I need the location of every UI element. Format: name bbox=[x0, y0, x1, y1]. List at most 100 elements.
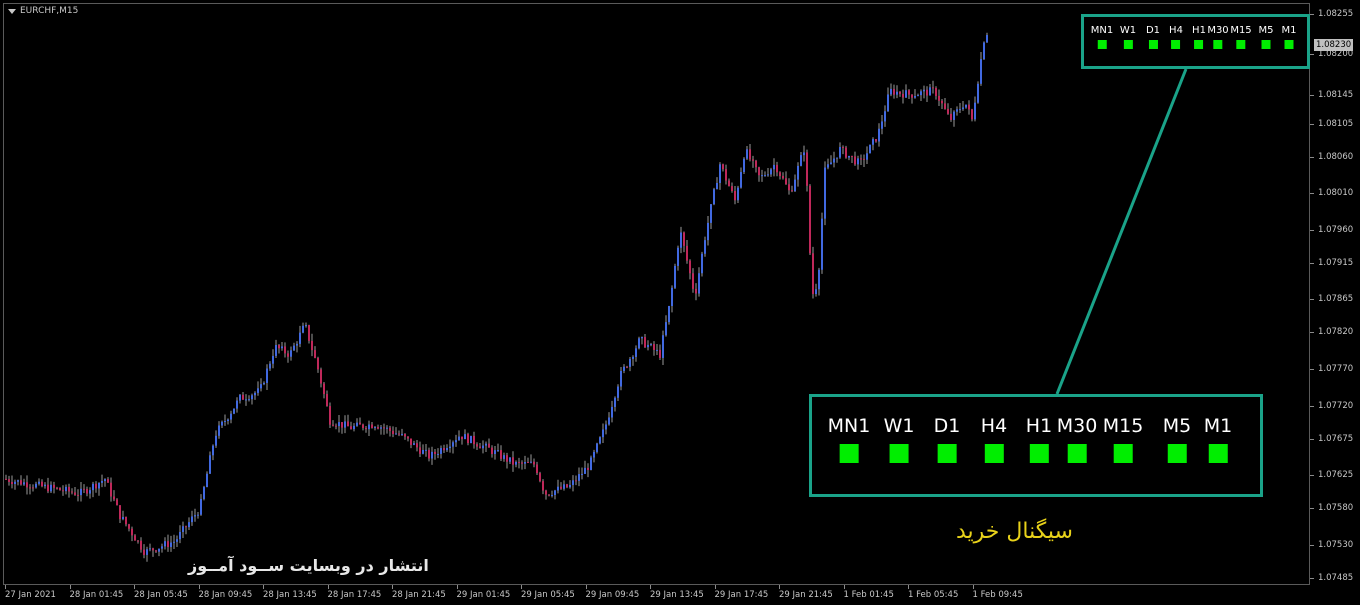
candle-body bbox=[743, 158, 745, 173]
candle-body bbox=[695, 288, 697, 294]
timeframe-signal-panel-small: MN1 W1 D1 H4 H1 M30 M15 M5 M1 bbox=[1081, 14, 1310, 69]
candle-body bbox=[209, 455, 211, 474]
candle-body bbox=[23, 482, 25, 485]
candle-body bbox=[125, 516, 127, 525]
candle-body bbox=[767, 174, 769, 176]
candle-body bbox=[398, 433, 400, 435]
candle-body bbox=[581, 473, 583, 475]
candle-body bbox=[365, 427, 367, 430]
candle-body bbox=[980, 59, 982, 84]
time-tick bbox=[972, 585, 974, 589]
signal-square bbox=[937, 444, 957, 463]
candle-body bbox=[497, 450, 499, 452]
candle-body bbox=[422, 449, 424, 454]
timeframe-label: M30 bbox=[1056, 415, 1098, 437]
candle-body bbox=[482, 445, 484, 449]
candle-body bbox=[161, 546, 163, 549]
candle-body bbox=[104, 479, 106, 481]
candle-body bbox=[326, 394, 328, 407]
price-level-label: 1.07720 bbox=[1318, 400, 1354, 411]
candle-body bbox=[749, 149, 751, 160]
candle-body bbox=[542, 481, 544, 491]
candle-body bbox=[893, 88, 895, 95]
candle-body bbox=[734, 190, 736, 201]
signal-square bbox=[1236, 40, 1246, 49]
candle-body bbox=[446, 448, 448, 451]
timeframe-m5: M5 bbox=[1163, 415, 1191, 463]
time-label: 1 Feb 05:45 bbox=[908, 590, 959, 600]
candle-body bbox=[359, 422, 361, 425]
candle-body bbox=[230, 413, 232, 420]
candle-body bbox=[644, 337, 646, 348]
signal-square bbox=[984, 444, 1004, 463]
timeframe-d1: D1 bbox=[934, 415, 960, 463]
price-axis[interactable]: 1.08230 1.08255 1.08200 1.08145 1.08105 1.08… bbox=[1310, 3, 1360, 585]
candle-body bbox=[506, 455, 508, 462]
candle-body bbox=[89, 490, 91, 494]
candle-body bbox=[215, 435, 217, 446]
timeframe-label: M5 bbox=[1162, 415, 1192, 437]
candle-body bbox=[95, 483, 97, 489]
candle-body bbox=[236, 400, 238, 409]
price-level-label: 1.08145 bbox=[1318, 89, 1354, 100]
candle-body bbox=[287, 353, 289, 357]
candle-body bbox=[332, 424, 334, 426]
candle-body bbox=[536, 464, 538, 474]
candle-body bbox=[110, 482, 112, 497]
candle-body bbox=[248, 399, 250, 401]
candle-body bbox=[551, 495, 553, 497]
candle-body bbox=[149, 548, 151, 550]
price-tick bbox=[1310, 54, 1314, 56]
dropdown-triangle-icon[interactable] bbox=[8, 8, 16, 14]
candle-body bbox=[278, 345, 280, 349]
candle-body bbox=[683, 232, 685, 246]
chart-window[interactable]: EURCHF,M15 1.08230 1.08255 1.08200 1.08145… bbox=[0, 0, 1360, 605]
candle-body bbox=[296, 343, 298, 346]
candle-body bbox=[578, 474, 580, 481]
candle-body bbox=[857, 158, 859, 165]
price-level-label: 1.07820 bbox=[1318, 327, 1354, 338]
candle-body bbox=[818, 269, 820, 290]
candle-body bbox=[98, 482, 100, 489]
candle-body bbox=[602, 429, 604, 438]
time-label: 28 Jan 21:45 bbox=[392, 590, 446, 600]
candle-body bbox=[485, 443, 487, 446]
price-level-label: 1.07580 bbox=[1318, 503, 1354, 514]
candle-body bbox=[650, 344, 652, 346]
candle-body bbox=[383, 427, 385, 429]
candle-body bbox=[113, 496, 115, 500]
price-tick bbox=[1310, 156, 1314, 158]
price-tick bbox=[1310, 193, 1314, 195]
candle-body bbox=[284, 346, 286, 354]
candle-body bbox=[956, 109, 958, 112]
candle-body bbox=[680, 232, 682, 248]
candle-body bbox=[923, 89, 925, 92]
candle-body bbox=[452, 442, 454, 447]
timeframe-m30: M30 bbox=[1207, 25, 1229, 49]
signal-square bbox=[1113, 444, 1133, 463]
timeframe-w1: W1 bbox=[1120, 25, 1136, 49]
candle-body bbox=[227, 419, 229, 422]
timeframe-m15: M15 bbox=[1103, 415, 1143, 463]
candle-body bbox=[26, 482, 28, 488]
time-tick bbox=[521, 585, 522, 589]
candle-body bbox=[350, 426, 352, 430]
time-label: 28 Jan 17:45 bbox=[327, 590, 382, 600]
time-label: 29 Jan 13:45 bbox=[650, 590, 704, 600]
price-tick bbox=[1310, 438, 1314, 440]
candle-body bbox=[260, 384, 262, 389]
candle-body bbox=[455, 440, 457, 443]
candle-body bbox=[503, 455, 505, 459]
candle-body bbox=[728, 180, 730, 187]
candle-body bbox=[779, 172, 781, 177]
candle-body bbox=[197, 514, 199, 516]
timeframe-m15: M15 bbox=[1230, 25, 1252, 49]
candle-body bbox=[44, 484, 46, 487]
time-axis[interactable]: 27 Jan 2021 28 Jan 01:45 28 Jan 05:45 28 Ja… bbox=[3, 585, 1310, 605]
candle-body bbox=[872, 139, 874, 145]
time-tick bbox=[392, 585, 393, 589]
candle-body bbox=[530, 461, 532, 463]
candle-body bbox=[56, 487, 58, 489]
price-level-label: 1.07865 bbox=[1318, 294, 1354, 305]
candle-body bbox=[914, 96, 916, 98]
